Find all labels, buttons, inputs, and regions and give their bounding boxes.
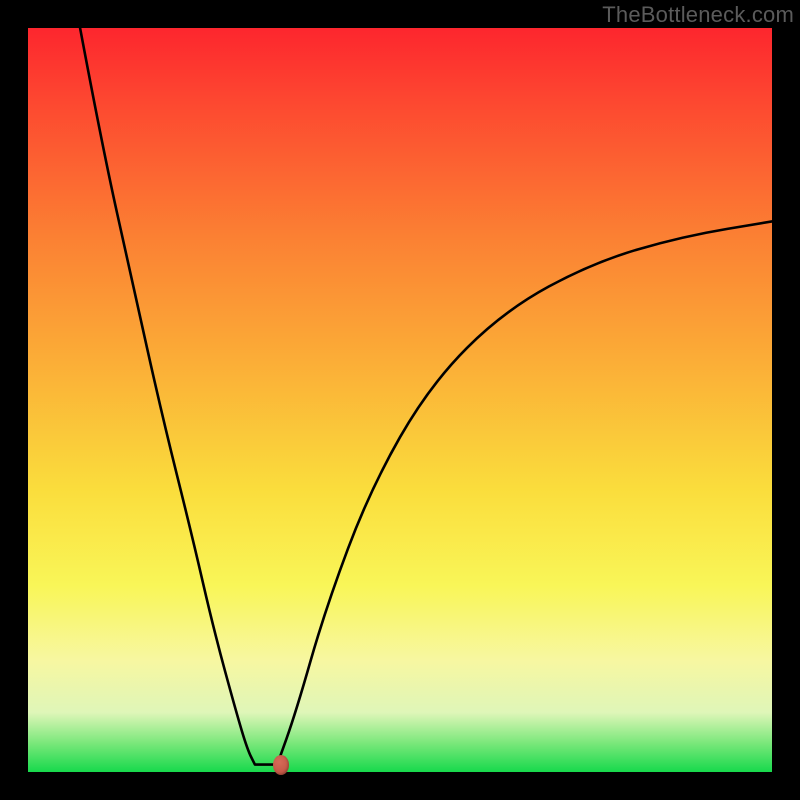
optimum-marker-icon: [273, 755, 289, 775]
bottleneck-curve: [80, 28, 772, 765]
chart-frame: TheBottleneck.com: [0, 0, 800, 800]
curve-svg: [28, 28, 772, 772]
plot-area: [28, 28, 772, 772]
watermark-text: TheBottleneck.com: [602, 2, 794, 28]
